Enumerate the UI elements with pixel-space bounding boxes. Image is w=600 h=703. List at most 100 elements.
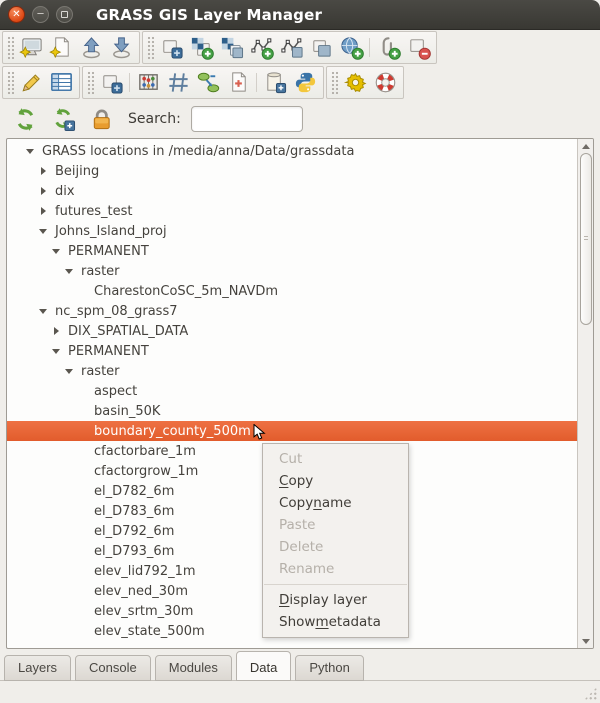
tree-item[interactable]: dix	[7, 181, 577, 201]
toolbar-grip[interactable]	[6, 35, 14, 60]
menu-item-display-layer[interactable]: Display layer	[263, 589, 408, 611]
help-button[interactable]	[370, 68, 400, 97]
tree-item[interactable]: raster	[7, 361, 577, 381]
tree-item[interactable]: boundary_county_500m	[7, 421, 593, 441]
menu-item-delete: Delete	[263, 536, 408, 558]
titlebar[interactable]: ✕ ─ GRASS GIS Layer Manager	[0, 0, 600, 30]
tab-layers[interactable]: Layers	[4, 655, 71, 681]
tree-item[interactable]: Johns_Island_proj	[7, 221, 577, 241]
settings-button[interactable]	[340, 68, 370, 97]
tree-item-label: el_D783_6m	[94, 504, 174, 519]
tab-data[interactable]: Data	[236, 651, 291, 681]
tree-item-label: cfactorgrow_1m	[94, 464, 198, 479]
tree-item-label: elev_srtm_30m	[94, 604, 193, 619]
new-map-display-button[interactable]	[16, 33, 46, 62]
add-various-raster-layers-button[interactable]	[216, 33, 246, 62]
menu-item-cut: Cut	[263, 448, 408, 470]
toolbar-grip[interactable]	[86, 70, 94, 95]
scrollbar-thumb[interactable]	[580, 153, 592, 325]
edit-toolbar	[2, 66, 80, 99]
vertical-scrollbar[interactable]	[577, 139, 593, 648]
tree-item[interactable]: CharestonCoSC_5m_NAVDm	[7, 281, 577, 301]
add-vector-layer-icon	[249, 35, 274, 60]
tree-item[interactable]: nc_spm_08_grass7	[7, 301, 577, 321]
tab-console[interactable]: Console	[75, 655, 151, 681]
lock-button[interactable]	[86, 105, 116, 134]
add-multiple-layers-icon	[159, 35, 184, 60]
add-various-vector-layers-button[interactable]	[276, 33, 306, 62]
edit-vector-button[interactable]	[16, 68, 46, 97]
reload-tree-icon	[13, 107, 38, 132]
open-workspace-button[interactable]	[76, 33, 106, 62]
tree-item-label: raster	[81, 264, 120, 279]
tree-item[interactable]: GRASS locations in /media/anna/Data/gras…	[7, 141, 577, 161]
python-shell-button[interactable]	[290, 68, 320, 97]
raster-calculator-icon	[136, 70, 161, 95]
scroll-up-icon[interactable]	[580, 141, 591, 151]
toolbar-grip[interactable]	[6, 70, 14, 95]
new-script-button[interactable]	[223, 68, 253, 97]
maximize-button[interactable]	[56, 6, 73, 23]
save-workspace-button[interactable]	[106, 33, 136, 62]
tree-item-label: cfactorbare_1m	[94, 444, 196, 459]
georectifier-button[interactable]	[163, 68, 193, 97]
expanded-arrow-icon[interactable]	[49, 249, 63, 254]
tree-item[interactable]: PERMANENT	[7, 241, 577, 261]
menu-item-paste: Paste	[263, 514, 408, 536]
collapsed-arrow-icon[interactable]	[49, 327, 63, 335]
expanded-arrow-icon[interactable]	[62, 269, 76, 274]
lock-icon	[89, 107, 114, 132]
toolbar-grip[interactable]	[146, 35, 154, 60]
tree-item[interactable]: raster	[7, 261, 577, 281]
expanded-arrow-icon[interactable]	[36, 229, 50, 234]
resize-grip-icon[interactable]	[584, 687, 597, 700]
tree-item-label: CharestonCoSC_5m_NAVDm	[94, 284, 278, 299]
open-workspace-icon	[79, 35, 104, 60]
tree-item[interactable]: PERMANENT	[7, 341, 577, 361]
minimize-button[interactable]: ─	[32, 6, 49, 23]
new-script-icon	[226, 70, 251, 95]
scroll-down-icon[interactable]	[580, 636, 591, 646]
reload-mapset-button[interactable]	[48, 105, 78, 134]
collapsed-arrow-icon[interactable]	[36, 187, 50, 195]
expanded-arrow-icon[interactable]	[23, 149, 37, 154]
close-button[interactable]: ✕	[8, 6, 25, 23]
raster-calculator-button[interactable]	[133, 68, 163, 97]
attribute-table-button[interactable]	[46, 68, 76, 97]
tree-item[interactable]: Beijing	[7, 161, 577, 181]
expanded-arrow-icon[interactable]	[49, 349, 63, 354]
add-layers-button[interactable]	[306, 33, 336, 62]
add-group-button[interactable]	[373, 33, 403, 62]
collapsed-arrow-icon[interactable]	[36, 167, 50, 175]
add-multiple-layers-button[interactable]	[156, 33, 186, 62]
add-vector-layer-button[interactable]	[246, 33, 276, 62]
edit-raster-button[interactable]	[96, 68, 126, 97]
collapsed-arrow-icon[interactable]	[36, 207, 50, 215]
search-input[interactable]	[191, 106, 303, 132]
expanded-arrow-icon[interactable]	[36, 309, 50, 314]
tab-modules[interactable]: Modules	[155, 655, 232, 681]
toolbar-grip[interactable]	[330, 70, 338, 95]
grass-layer-manager-window: ✕ ─ GRASS GIS Layer Manager Search:	[0, 0, 600, 703]
workspace-toolbar	[2, 31, 140, 64]
expanded-arrow-icon[interactable]	[62, 369, 76, 374]
menu-item-copy-name[interactable]: Copy name	[263, 492, 408, 514]
script-button[interactable]	[260, 68, 290, 97]
tree-item[interactable]: aspect	[7, 381, 577, 401]
tree-item[interactable]: basin_50K	[7, 401, 577, 421]
menu-item-show-metadata[interactable]: Show metadata	[263, 611, 408, 633]
tree-item-label: el_D793_6m	[94, 544, 174, 559]
window-title: GRASS GIS Layer Manager	[96, 6, 322, 24]
tree-item[interactable]: futures_test	[7, 201, 577, 221]
reload-tree-button[interactable]	[10, 105, 40, 134]
graphical-modeler-button[interactable]	[193, 68, 223, 97]
add-web-layer-button[interactable]	[336, 33, 366, 62]
toolbar-row-2	[0, 65, 600, 100]
tab-python[interactable]: Python	[295, 655, 363, 681]
add-raster-layer-button[interactable]	[186, 33, 216, 62]
search-row: Search:	[0, 100, 600, 138]
remove-layer-button[interactable]	[403, 33, 433, 62]
tree-item[interactable]: DIX_SPATIAL_DATA	[7, 321, 577, 341]
new-workspace-button[interactable]	[46, 33, 76, 62]
menu-item-copy[interactable]: Copy	[263, 470, 408, 492]
